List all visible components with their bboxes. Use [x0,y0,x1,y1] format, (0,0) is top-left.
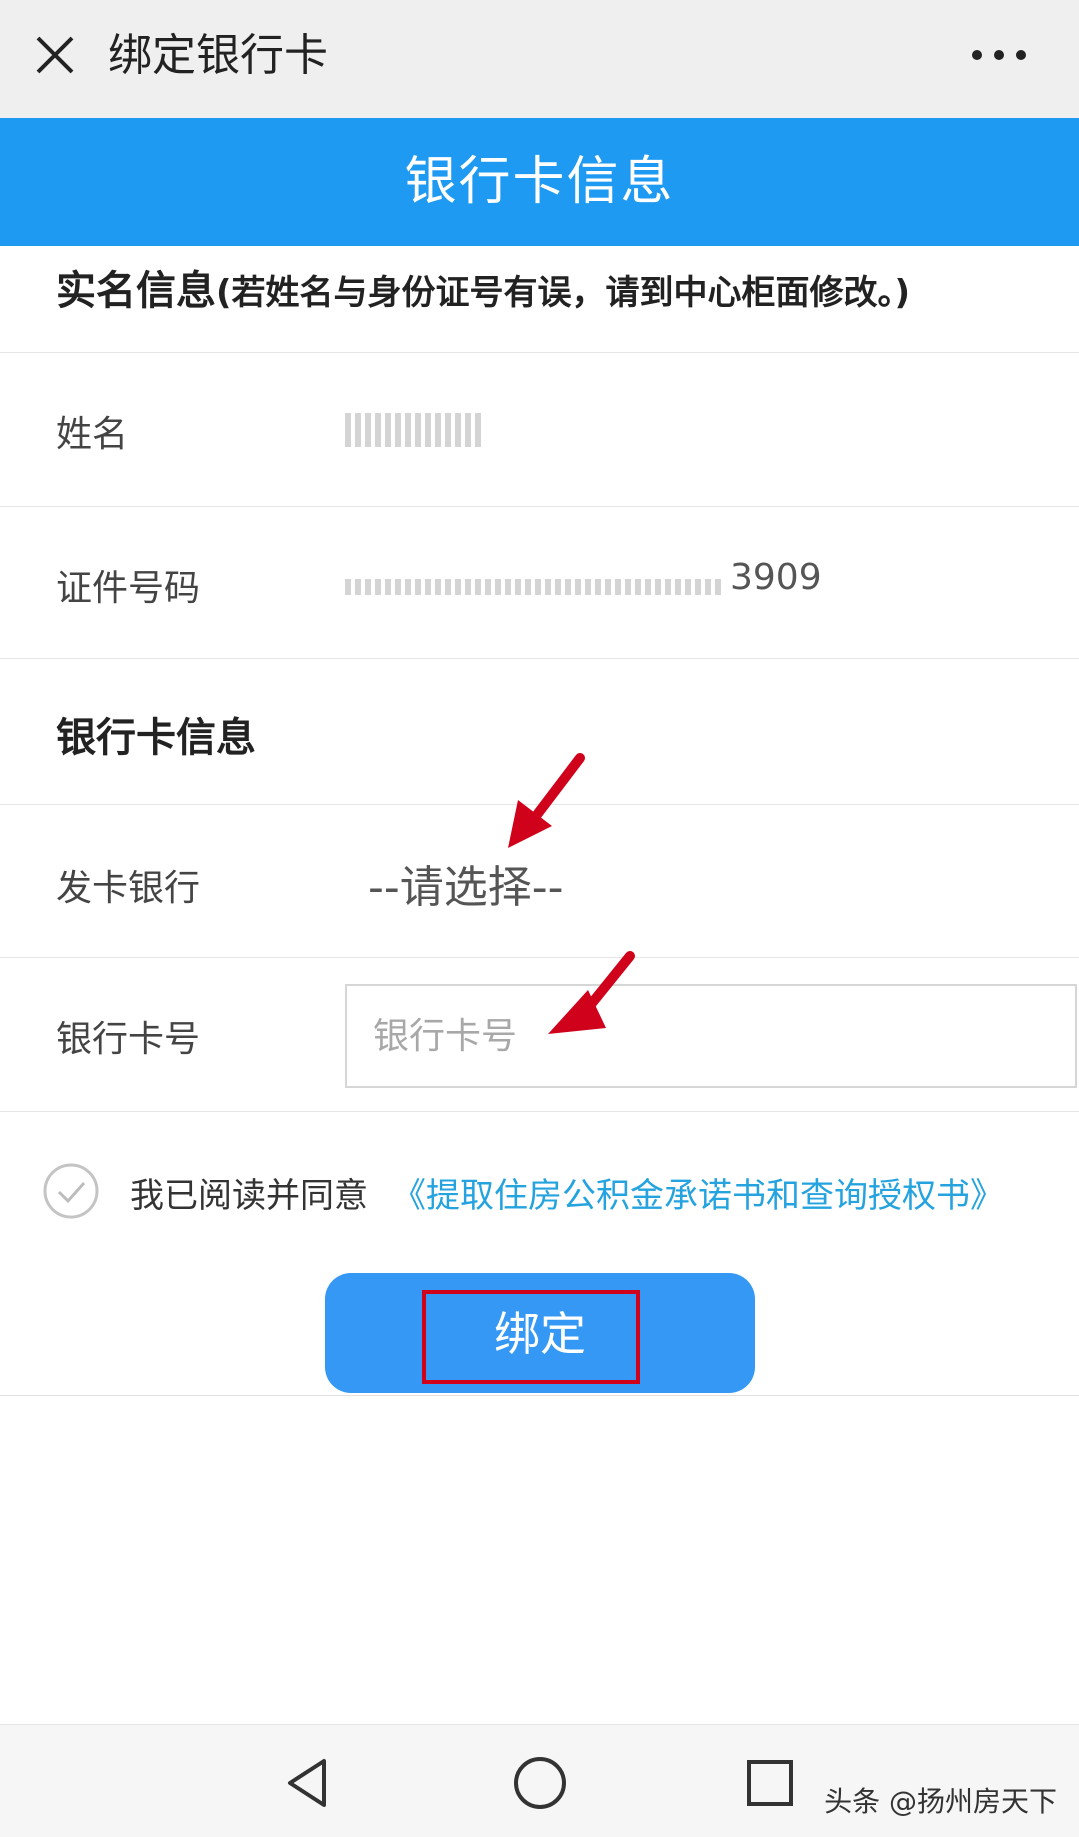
banner-header: 银行卡信息 [0,118,1079,246]
page-title: 绑定银行卡 [108,30,328,81]
content-bottom-divider [0,1395,1079,1396]
card-number-label: 银行卡号 [56,1019,201,1060]
home-circle-icon[interactable] [510,1753,570,1813]
name-value-masked [345,413,485,447]
agreement-row: 我已阅读并同意 《提取住房公积金承诺书和查询授权书》 [42,1162,1072,1232]
id-row: 证件号码 3909 [0,506,1079,659]
realname-section-heading: 实名信息(若姓名与身份证号有误，请到中心柜面修改。) [56,258,910,316]
more-icon[interactable] [969,44,1029,66]
bank-section-heading: 银行卡信息 [56,715,256,761]
card-number-input[interactable] [345,984,1077,1088]
realname-note: (若姓名与身份证号有误，请到中心柜面修改。) [216,273,911,313]
realname-heading: 实名信息 [56,268,216,314]
close-icon[interactable] [30,30,80,80]
divider [0,1111,1079,1112]
red-arrow-annotation-bank [508,753,585,848]
issuing-bank-select[interactable]: --请选择-- [368,851,564,915]
card-number-row: 银行卡号 [0,957,1079,1112]
id-value-masked [345,579,725,595]
check-circle-icon[interactable] [42,1162,100,1220]
agreement-text: 我已阅读并同意 [130,1176,368,1216]
back-triangle-icon[interactable] [280,1753,340,1813]
bind-button[interactable]: 绑定 [325,1273,755,1393]
agreement-link[interactable]: 《提取住房公积金承诺书和查询授权书》 [392,1168,1004,1217]
red-arrow-annotation-card [548,951,635,1034]
watermark-text: 头条 @扬州房天下 [824,1785,1057,1818]
recent-square-icon[interactable] [740,1753,800,1813]
name-row: 姓名 [0,352,1079,507]
issuing-bank-label: 发卡银行 [56,868,201,909]
name-label: 姓名 [56,414,129,455]
title-bar: 绑定银行卡 [0,0,1079,119]
id-label: 证件号码 [56,568,201,609]
id-value-visible: 3909 [730,557,822,598]
